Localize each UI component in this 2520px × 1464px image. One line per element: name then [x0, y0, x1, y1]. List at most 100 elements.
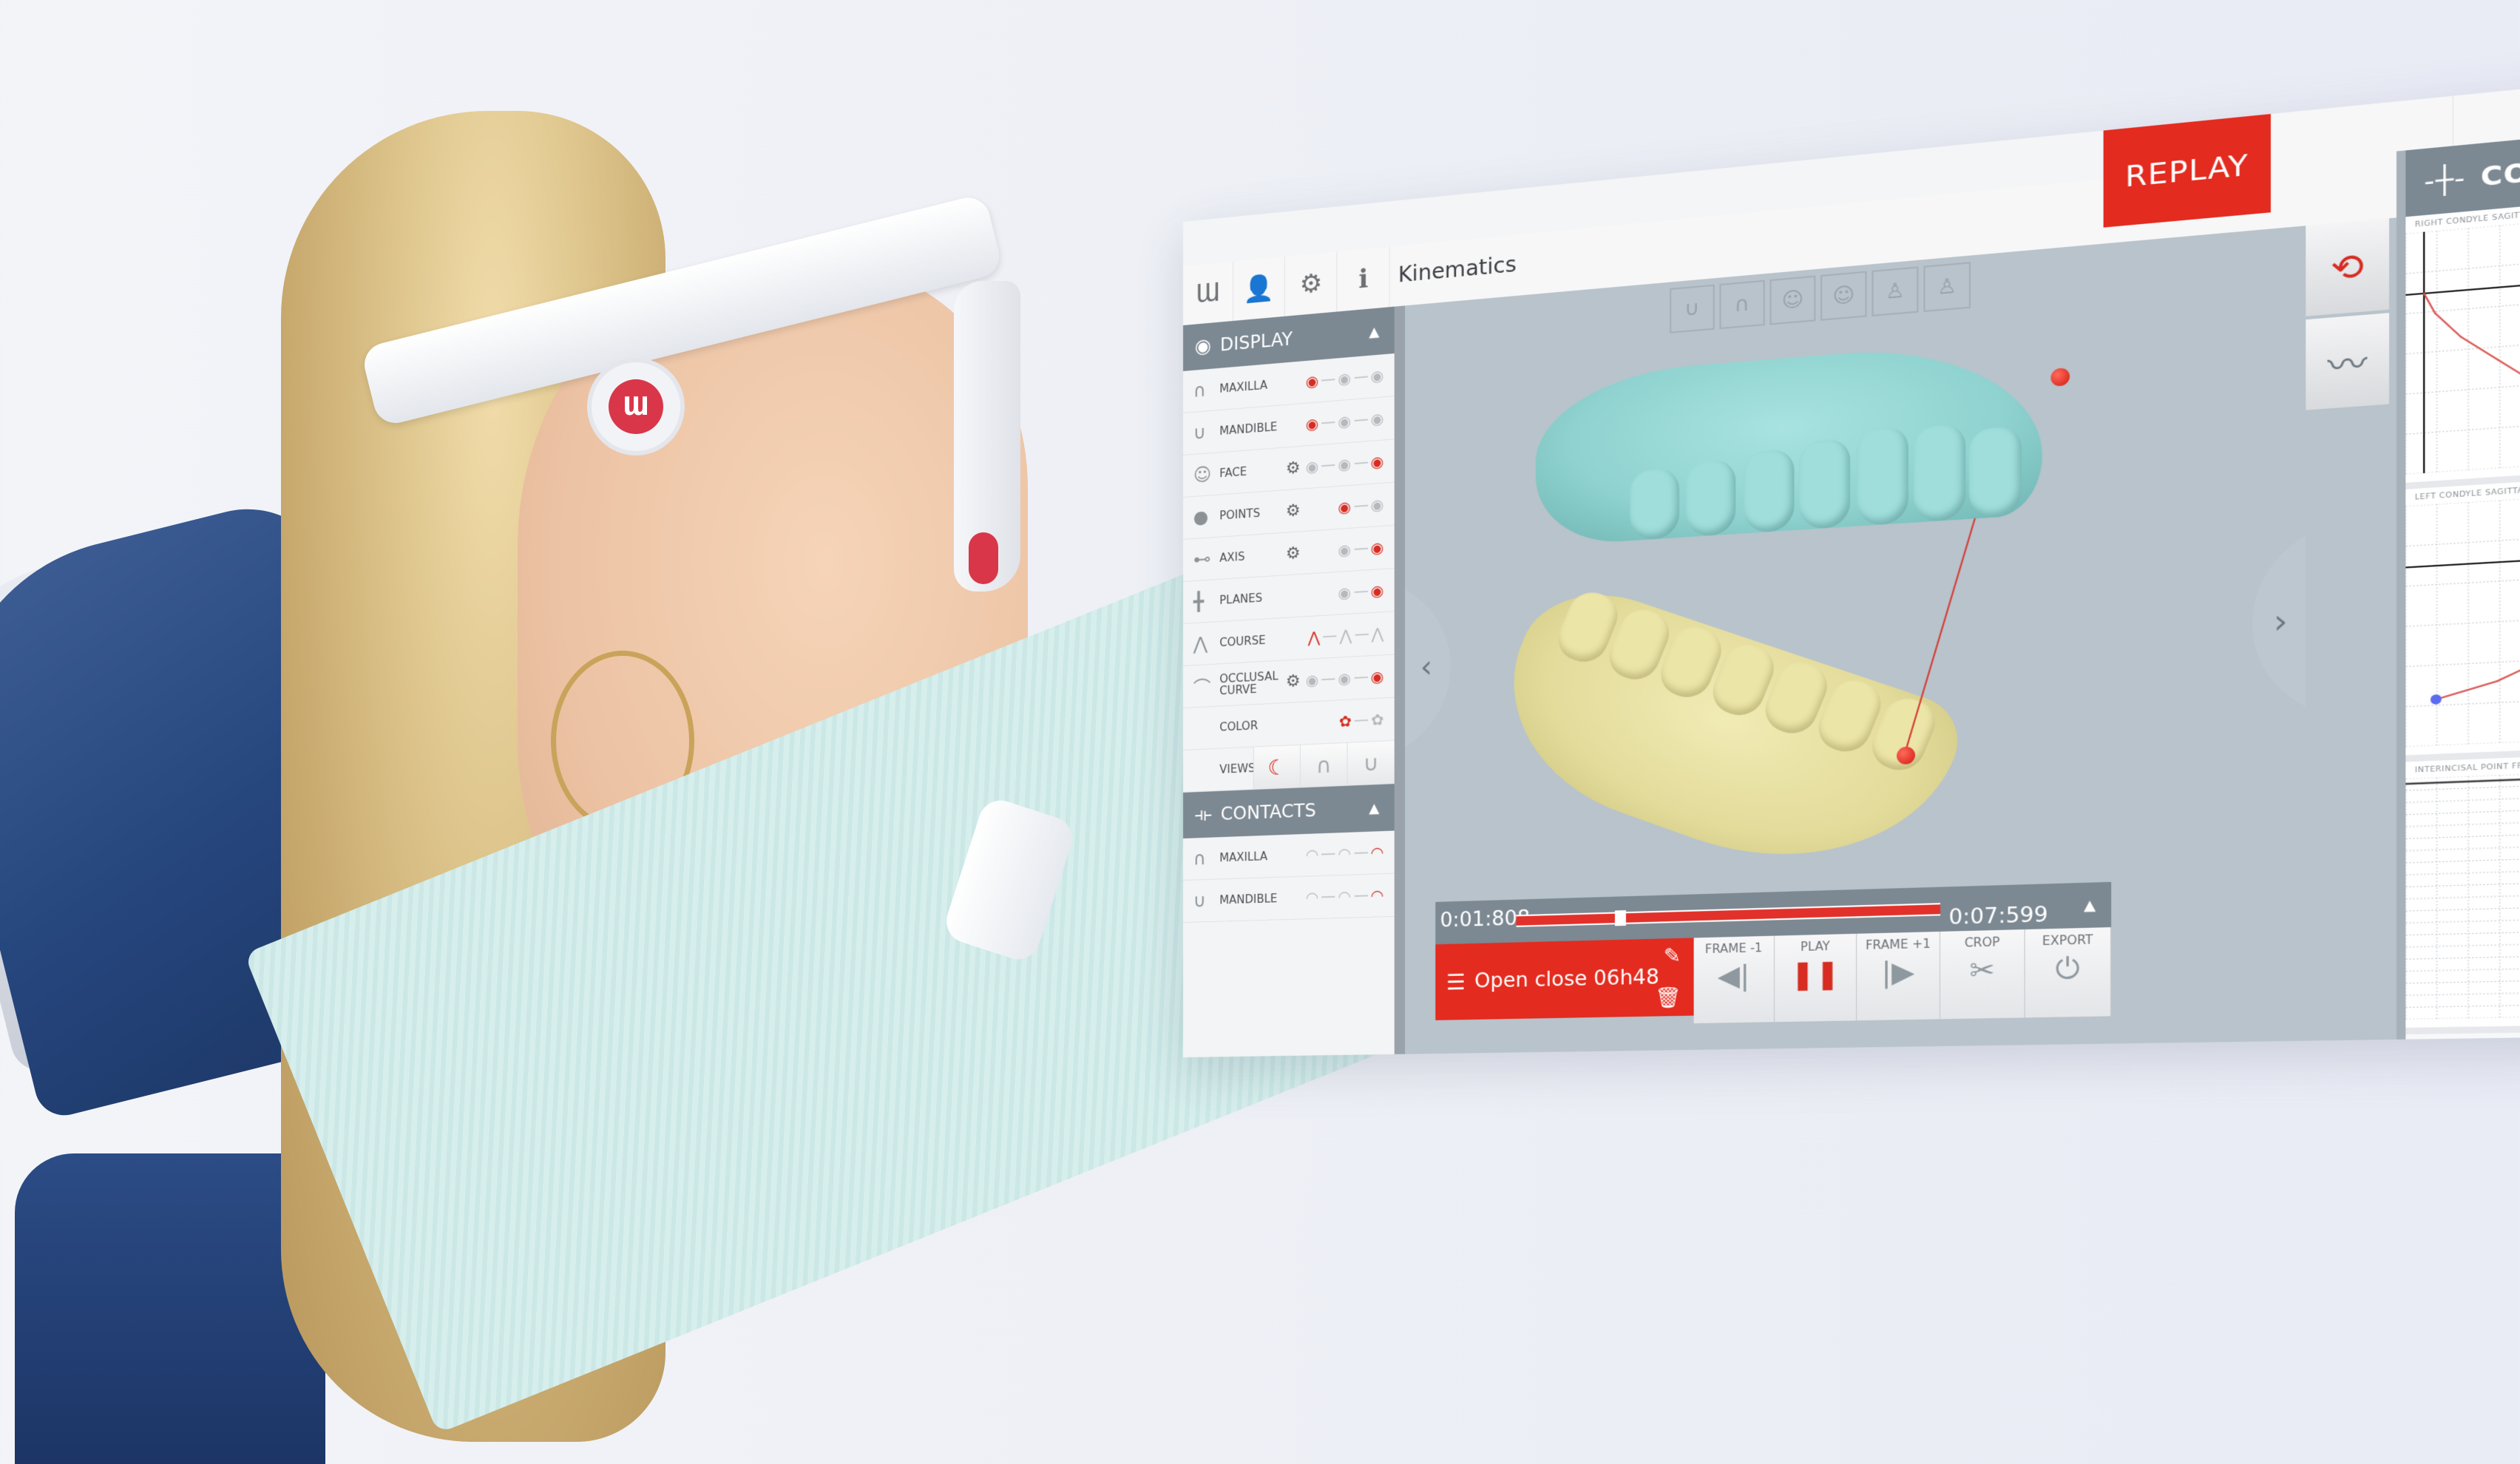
collapse-icon[interactable]: ▲: [1369, 800, 1379, 816]
patient-icon[interactable]: 👤: [1234, 256, 1285, 321]
state-1-icon[interactable]: ◉: [1306, 415, 1319, 434]
crop-button[interactable]: CROP ✂: [1940, 929, 2025, 1020]
state-3-icon[interactable]: ◉: [1371, 410, 1384, 429]
replay-mode-button[interactable]: REPLAY: [2103, 114, 2271, 228]
grid-line-h: [2405, 733, 2520, 747]
state-2-icon[interactable]: ✿: [1371, 711, 1383, 729]
view-orientation-button[interactable]: ∪: [1670, 284, 1715, 333]
visibility-toggle: ◉ ◉ ◉: [1306, 410, 1384, 434]
state-3-icon[interactable]: ◉: [1371, 453, 1384, 472]
state-2-icon[interactable]: ◉: [1338, 455, 1351, 474]
grid-line-h: [2405, 977, 2520, 983]
state-2-icon[interactable]: ⋀: [1340, 626, 1352, 645]
kinematics-app-window: Ɯ👤⚙ℹ Kinematics REPLAY – ✕ ◉ DISPLAY ▲ ∩…: [1183, 63, 2520, 1057]
export-button[interactable]: EXPORT ⏻: [2025, 927, 2112, 1018]
view-3d-icon[interactable]: ☾: [1253, 745, 1300, 790]
state-3-icon[interactable]: ◠: [1371, 843, 1384, 861]
state-3-icon[interactable]: ◠: [1371, 886, 1384, 904]
state-2-icon[interactable]: ◉: [1338, 669, 1351, 688]
frame-back-button[interactable]: FRAME -1 ◀|: [1693, 935, 1775, 1024]
export-label: EXPORT: [2042, 932, 2093, 949]
state-2-icon[interactable]: ◠: [1338, 844, 1351, 863]
state-2-icon[interactable]: ◠: [1338, 887, 1351, 906]
connector-line: [1354, 590, 1368, 593]
grid-line-h: [2405, 816, 2520, 827]
state-1-icon[interactable]: ◉: [1338, 540, 1351, 560]
state-3-icon[interactable]: ⋀: [1372, 624, 1384, 643]
trash-icon[interactable]: 🗑: [1655, 986, 1681, 1010]
view-orientation-button[interactable]: ♙: [1923, 262, 1971, 313]
view-maxilla-icon[interactable]: ∩: [1299, 742, 1347, 787]
row-label: MANDIBLE: [1219, 420, 1278, 438]
previous-view-button[interactable]: ‹: [1405, 575, 1451, 762]
recording-clip[interactable]: ☰ Open close 06h48 ✎ 🗑: [1435, 938, 1694, 1020]
view-mandible-icon[interactable]: ∪: [1347, 740, 1395, 785]
state-2-icon[interactable]: ◉: [1371, 538, 1384, 558]
frame-forward-button[interactable]: FRAME +1 |▶: [1857, 931, 1941, 1021]
state-1-icon[interactable]: ◉: [1306, 372, 1319, 391]
connector-line: [1354, 504, 1368, 508]
display-section-title: DISPLAY: [1219, 328, 1293, 356]
row-label: POINTS: [1219, 506, 1261, 523]
state-3-icon[interactable]: ◉: [1371, 367, 1384, 386]
row-label: MANDIBLE: [1219, 892, 1278, 907]
state-3-icon[interactable]: ◉: [1371, 668, 1384, 686]
course-plot-3: INTERINCISAL POINT FRONTAL PLANE⟲📏∠1 mm: [2405, 746, 2520, 1034]
menu-icon[interactable]: ☰: [1446, 969, 1466, 994]
contacts-section-header[interactable]: ⟛ CONTACTS ▲: [1183, 784, 1395, 838]
gear-icon[interactable]: ⚙: [1286, 543, 1310, 563]
connector-line: [1354, 376, 1368, 379]
next-view-button[interactable]: ›: [2252, 518, 2306, 722]
scrubber-handle[interactable]: [1614, 910, 1626, 926]
edit-pencil-icon[interactable]: ✎: [1664, 944, 1681, 968]
grid-line-h: [2405, 927, 2520, 935]
state-1-icon[interactable]: ⋀: [1308, 628, 1321, 646]
curves-tab-icon[interactable]: 〰: [2306, 313, 2390, 410]
collapse-icon[interactable]: ▲: [1369, 323, 1379, 340]
connector-line: [1354, 895, 1368, 897]
trajectory-tab-icon[interactable]: ⟲: [2306, 218, 2390, 316]
connector-line: [1321, 895, 1335, 898]
grid-line-h: [2405, 865, 2520, 875]
maxilla-icon: ∩: [1193, 847, 1207, 870]
grid-line-h: [2405, 370, 2520, 394]
logo-icon[interactable]: Ɯ: [1183, 261, 1234, 325]
state-1-icon[interactable]: ◉: [1306, 457, 1319, 476]
state-1-icon[interactable]: ◉: [1306, 671, 1319, 689]
row-label: AXIS: [1219, 549, 1245, 565]
grid-line-h: [2405, 412, 2520, 434]
state-1-icon[interactable]: ◉: [1338, 498, 1351, 517]
view-orientation-button[interactable]: ☺: [1820, 271, 1867, 321]
state-1-icon[interactable]: ◠: [1306, 845, 1319, 864]
state-2-icon[interactable]: ◉: [1338, 412, 1351, 431]
state-2-icon[interactable]: ◉: [1371, 495, 1384, 515]
state-1-icon[interactable]: ◠: [1306, 888, 1319, 906]
view-orientation-button[interactable]: ♙: [1872, 266, 1919, 316]
state-1-icon[interactable]: ✿: [1339, 712, 1352, 731]
x-axis: [2405, 549, 2520, 568]
state-2-icon[interactable]: ◉: [1371, 581, 1384, 600]
patient-photo: Ɯ: [0, 0, 1467, 1464]
info-icon[interactable]: ℹ: [1338, 246, 1390, 312]
state-2-icon[interactable]: ◉: [1338, 369, 1351, 388]
timeline-scrubber[interactable]: [1516, 903, 1941, 927]
gear-icon[interactable]: ⚙: [1286, 501, 1310, 521]
grid-line-h: [2405, 989, 2520, 995]
playback-timeline: 0:01:808 0:07:599 ▲ ☰ Open close 06h48 ✎…: [1435, 881, 2112, 1054]
contacts-icon: ⟛: [1194, 802, 1212, 826]
dental-chair-seat: [15, 1153, 325, 1464]
export-icon: ⏻: [2055, 952, 2080, 986]
play-button[interactable]: PLAY ❚❚: [1775, 933, 1857, 1023]
view-orientation-button[interactable]: ☺: [1769, 275, 1816, 325]
mandible-3d-model[interactable]: [1474, 572, 1973, 909]
playback-controls: FRAME -1 ◀| PLAY ❚❚ FRAME +1 |▶ CROP ✂ EXPORT ⏻: [1693, 927, 2112, 1024]
view-orientation-button[interactable]: ∩: [1719, 279, 1765, 330]
expand-timeline-icon[interactable]: ▲: [2084, 897, 2096, 914]
grid-line-h: [2405, 527, 2520, 546]
maxilla-3d-model[interactable]: [1535, 337, 2042, 547]
settings-icon[interactable]: ⚙: [1285, 251, 1338, 316]
3d-viewport[interactable]: ∪ ∩ ☺ ☺ ♙ ♙ ‹ › 0:01:808 0:07:599 ▲ ☰ Op…: [1405, 226, 2306, 1054]
frame-back-label: FRAME -1: [1704, 941, 1763, 957]
state-1-icon[interactable]: ◉: [1338, 583, 1351, 602]
reference-point-marker[interactable]: [2050, 367, 2070, 387]
